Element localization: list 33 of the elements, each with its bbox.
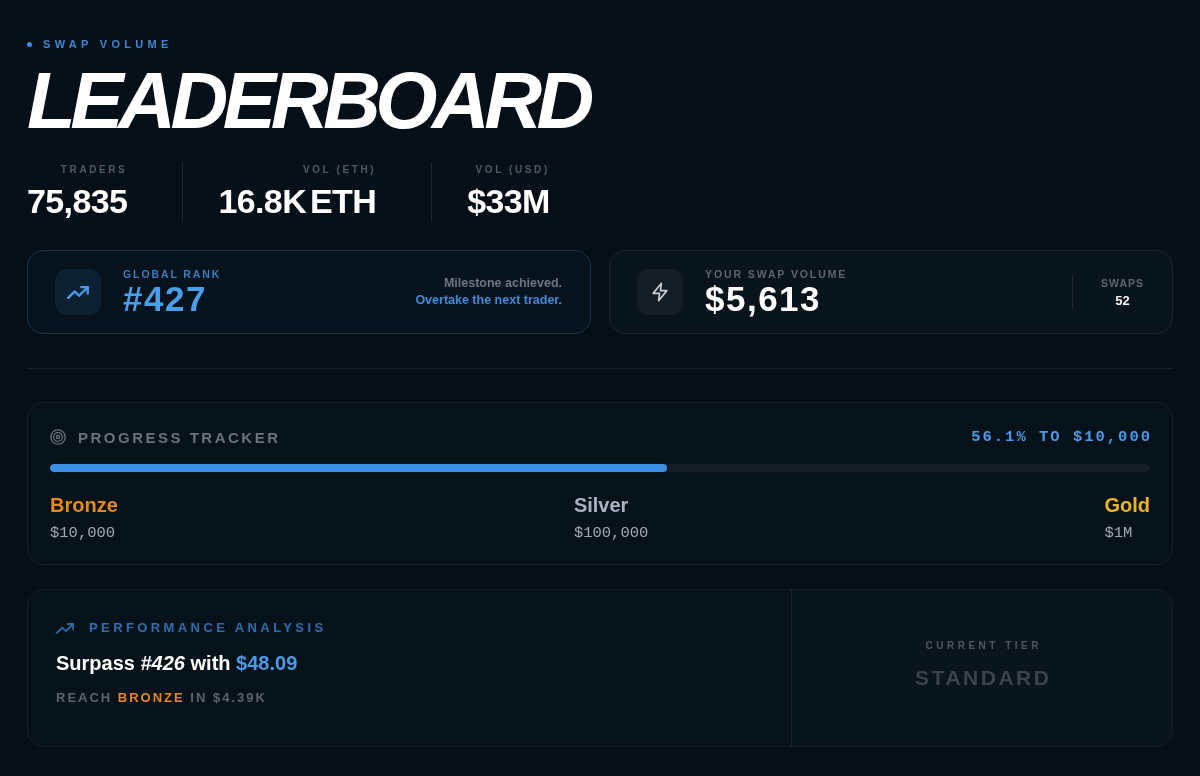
target-icon	[50, 429, 66, 445]
tier-threshold: $10,000	[50, 524, 116, 542]
lightning-icon	[637, 269, 683, 315]
swaps-label: SWAPS	[1101, 276, 1144, 289]
swaps-value: 52	[1115, 293, 1130, 308]
tier-name: Bronze	[50, 493, 118, 517]
performance-title: PERFORMANCE ANALYSIS	[89, 620, 327, 636]
rank-value: #427	[123, 280, 208, 317]
progress-reading: 56.1% TO $10,000	[971, 428, 1152, 446]
progress-title: PROGRESS TRACKER	[78, 428, 281, 446]
trend-up-icon	[56, 622, 74, 634]
rank-label: GLOBAL RANK	[123, 267, 222, 281]
surpass-text: Surpass #426 with $48.09	[56, 651, 298, 675]
stat-value: 16.8K ETH	[218, 183, 377, 221]
stat-label: VOL (ETH)	[302, 164, 377, 176]
stat-value: 75,835	[27, 183, 128, 221]
stat-label: TRADERS	[60, 164, 128, 176]
tier-name: Silver	[573, 493, 629, 517]
milestone-note: Milestone achieved.	[443, 275, 562, 292]
trend-up-icon	[55, 269, 101, 315]
tier-label: CURRENT TIER	[925, 640, 1042, 652]
tier-threshold: $1M	[1104, 524, 1133, 542]
dot-icon	[27, 42, 32, 47]
page-title: LEADERBOARD	[27, 61, 591, 141]
volume-value: $5,613	[705, 280, 823, 317]
tier-threshold: $100,000	[573, 524, 649, 542]
stat-label: VOL (USD)	[475, 164, 550, 176]
eyebrow-label: SWAP VOLUME	[43, 38, 173, 51]
goal-text: REACH BRONZE IN $4.39K	[56, 690, 267, 706]
tier-name: Gold	[1104, 493, 1150, 517]
volume-label: YOUR SWAP VOLUME	[705, 267, 848, 281]
next-trader-hint: Overtake the next trader.	[415, 292, 562, 309]
stat-value: $33M	[467, 183, 550, 221]
